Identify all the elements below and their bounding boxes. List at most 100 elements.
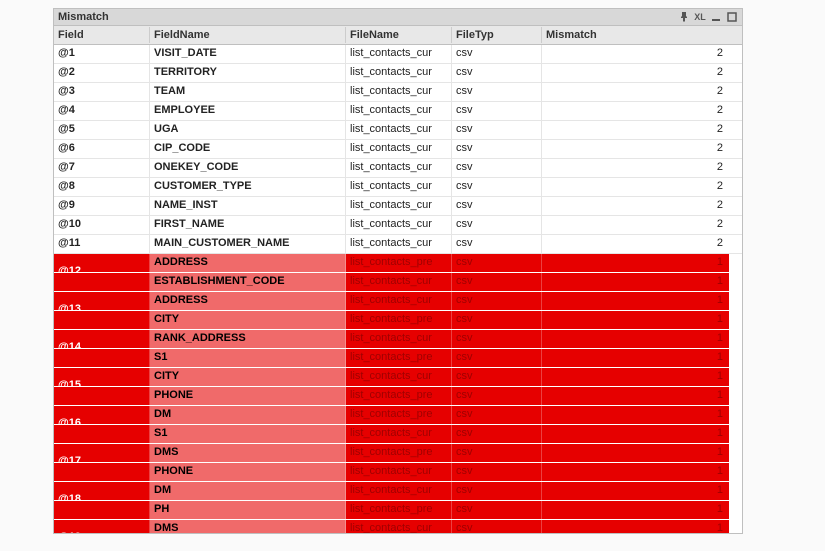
table-row[interactable]: @5UGAlist_contacts_curcsv2 <box>54 121 742 140</box>
cell-fieldname: ADDRESS <box>150 292 346 310</box>
cell-filename: list_contacts_cur <box>346 235 452 253</box>
cell-field: @17 <box>54 444 150 462</box>
column-header-filename[interactable]: FileName <box>346 27 452 43</box>
cell-mismatch: 2 <box>542 64 729 82</box>
table-row[interactable]: @16DMlist_contacts_precsv1 <box>54 406 742 425</box>
cell-filetyp: csv <box>452 197 542 215</box>
cell-mismatch: 2 <box>542 140 729 158</box>
cell-field: @14 <box>54 330 150 348</box>
cell-field: @7 <box>54 159 150 177</box>
cell-fieldname: NAME_INST <box>150 197 346 215</box>
table-row[interactable]: @17DMSlist_contacts_precsv1 <box>54 444 742 463</box>
cell-field: @16 <box>54 406 150 424</box>
window-titlebar[interactable]: Mismatch XL <box>54 9 742 26</box>
cell-field <box>54 273 150 291</box>
table-row[interactable]: @19DMSlist_contacts_curcsv1 <box>54 520 742 533</box>
cell-filename: list_contacts_pre <box>346 406 452 424</box>
table-row[interactable]: CITYlist_contacts_precsv1 <box>54 311 742 330</box>
maximize-icon[interactable] <box>726 11 738 23</box>
cell-filetyp: csv <box>452 178 542 196</box>
table-row[interactable]: PHONElist_contacts_precsv1 <box>54 387 742 406</box>
cell-filetyp: csv <box>452 406 542 424</box>
cell-mismatch: 2 <box>542 235 729 253</box>
cell-filename: list_contacts_pre <box>346 254 452 272</box>
table-row[interactable]: PHONElist_contacts_curcsv1 <box>54 463 742 482</box>
cell-field <box>54 311 150 329</box>
cell-filename: list_contacts_cur <box>346 330 452 348</box>
cell-field: @12 <box>54 254 150 272</box>
cell-fieldname: CITY <box>150 311 346 329</box>
table-row[interactable]: @15CITYlist_contacts_curcsv1 <box>54 368 742 387</box>
cell-fieldname: CUSTOMER_TYPE <box>150 178 346 196</box>
table-row[interactable]: @3TEAMlist_contacts_curcsv2 <box>54 83 742 102</box>
table-row[interactable]: S1list_contacts_curcsv1 <box>54 425 742 444</box>
column-header-fieldname[interactable]: FieldName <box>150 27 346 43</box>
table-row[interactable]: @13ADDRESSlist_contacts_curcsv1 <box>54 292 742 311</box>
export-xl-button[interactable]: XL <box>694 11 706 23</box>
cell-fieldname: PHONE <box>150 463 346 481</box>
table-row[interactable]: @6CIP_CODElist_contacts_curcsv2 <box>54 140 742 159</box>
mismatch-window: Mismatch XL Field FieldName FileName Fil… <box>53 8 743 534</box>
cell-filetyp: csv <box>452 235 542 253</box>
cell-field: @15 <box>54 368 150 386</box>
cell-field: @10 <box>54 216 150 234</box>
cell-fieldname: ONEKEY_CODE <box>150 159 346 177</box>
cell-filetyp: csv <box>452 159 542 177</box>
cell-filename: list_contacts_cur <box>346 45 452 63</box>
cell-mismatch: 1 <box>542 463 729 481</box>
cell-fieldname: TERRITORY <box>150 64 346 82</box>
table-row[interactable]: PHlist_contacts_precsv1 <box>54 501 742 520</box>
cell-filename: list_contacts_cur <box>346 273 452 291</box>
table-row[interactable]: @4EMPLOYEElist_contacts_curcsv2 <box>54 102 742 121</box>
cell-filetyp: csv <box>452 387 542 405</box>
table-row[interactable]: @14RANK_ADDRESSlist_contacts_curcsv1 <box>54 330 742 349</box>
cell-filetyp: csv <box>452 482 542 500</box>
grid-body[interactable]: @1VISIT_DATElist_contacts_curcsv2@2TERRI… <box>54 45 742 533</box>
cell-field <box>54 425 150 443</box>
cell-filename: list_contacts_cur <box>346 482 452 500</box>
cell-filename: list_contacts_cur <box>346 463 452 481</box>
cell-field: @9 <box>54 197 150 215</box>
column-header-filetyp[interactable]: FileTyp <box>452 27 542 43</box>
window-title: Mismatch <box>58 11 109 23</box>
cell-mismatch: 2 <box>542 178 729 196</box>
cell-filename: list_contacts_pre <box>346 387 452 405</box>
cell-filename: list_contacts_cur <box>346 197 452 215</box>
cell-mismatch: 1 <box>542 330 729 348</box>
cell-fieldname: ESTABLISHMENT_CODE <box>150 273 346 291</box>
cell-fieldname: S1 <box>150 425 346 443</box>
cell-fieldname: S1 <box>150 349 346 367</box>
column-header-field[interactable]: Field <box>54 27 150 43</box>
table-row[interactable]: @18DMlist_contacts_curcsv1 <box>54 482 742 501</box>
minimize-icon[interactable] <box>710 11 722 23</box>
table-row[interactable]: @1VISIT_DATElist_contacts_curcsv2 <box>54 45 742 64</box>
table-row[interactable]: ESTABLISHMENT_CODElist_contacts_curcsv1 <box>54 273 742 292</box>
cell-filetyp: csv <box>452 216 542 234</box>
cell-filetyp: csv <box>452 368 542 386</box>
window-controls: XL <box>678 11 738 23</box>
column-header-mismatch[interactable]: Mismatch <box>542 27 729 43</box>
cell-field: @1 <box>54 45 150 63</box>
table-row[interactable]: @8CUSTOMER_TYPElist_contacts_curcsv2 <box>54 178 742 197</box>
grid-header: Field FieldName FileName FileTyp Mismatc… <box>54 26 742 45</box>
cell-field: @8 <box>54 178 150 196</box>
cell-mismatch: 2 <box>542 197 729 215</box>
cell-mismatch: 1 <box>542 520 729 533</box>
table-row[interactable]: @12ADDRESSlist_contacts_precsv1 <box>54 254 742 273</box>
table-row[interactable]: S1list_contacts_precsv1 <box>54 349 742 368</box>
cell-filename: list_contacts_cur <box>346 121 452 139</box>
table-row[interactable]: @7ONEKEY_CODElist_contacts_curcsv2 <box>54 159 742 178</box>
cell-filename: list_contacts_cur <box>346 520 452 533</box>
table-row[interactable]: @11MAIN_CUSTOMER_NAMElist_contacts_curcs… <box>54 235 742 254</box>
cell-filetyp: csv <box>452 140 542 158</box>
cell-mismatch: 1 <box>542 444 729 462</box>
table-row[interactable]: @2TERRITORYlist_contacts_curcsv2 <box>54 64 742 83</box>
cell-mismatch: 1 <box>542 387 729 405</box>
cell-filetyp: csv <box>452 102 542 120</box>
cell-fieldname: FIRST_NAME <box>150 216 346 234</box>
cell-filename: list_contacts_pre <box>346 349 452 367</box>
pin-icon[interactable] <box>678 11 690 23</box>
cell-field: @19 <box>54 520 150 533</box>
table-row[interactable]: @10FIRST_NAMElist_contacts_curcsv2 <box>54 216 742 235</box>
table-row[interactable]: @9NAME_INSTlist_contacts_curcsv2 <box>54 197 742 216</box>
